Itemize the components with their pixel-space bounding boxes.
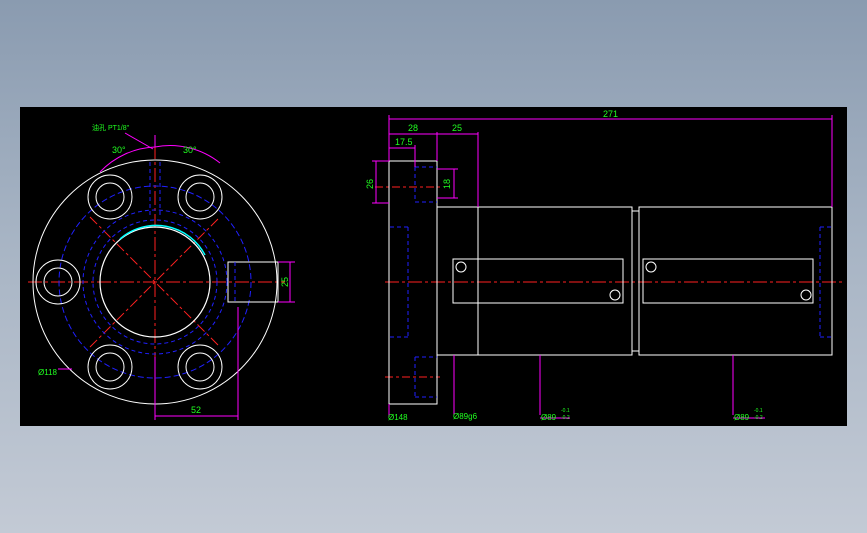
slot-width-label: 18 — [442, 179, 452, 189]
bolt-hole-inner — [95, 182, 125, 212]
flange-height-label: 26 — [365, 179, 375, 189]
bolt-hole-bottom-left — [87, 344, 133, 390]
flat-width-label: 25 — [280, 277, 290, 287]
bolt-hole-outer — [87, 174, 133, 220]
body-step-label: 25 — [452, 123, 462, 133]
shaft-d1-label: Ø89g6 — [453, 412, 478, 421]
ball-return-slot-2 — [642, 258, 814, 304]
angle-arc-left — [99, 146, 156, 173]
cad-drawing-canvas[interactable]: 30° 30° 油孔 PT1/8" 25 52 Ø118 271 28 25 1… — [20, 107, 847, 426]
bolt-hole-inner — [95, 352, 125, 382]
flange-length-label: 28 — [408, 123, 418, 133]
shaft-d3-label: Ø89 — [734, 413, 750, 422]
bore-highlight-arc — [119, 224, 206, 256]
body-segment-1 — [436, 206, 633, 356]
oil-hole-leader — [124, 132, 154, 150]
bolt-hole-outer — [87, 344, 133, 390]
shaft-d2-upper-tol: -0.1 — [561, 408, 570, 414]
slot-1-plug-right — [609, 289, 621, 301]
bolt-offset-label: 52 — [191, 405, 201, 415]
side-view: 271 28 25 17.5 26 18 Ø148 Ø89g6 Ø89 -0.1… — [365, 109, 842, 422]
body-segment-2 — [638, 206, 833, 356]
overall-length-label: 271 — [603, 109, 618, 119]
slot-2-plug-left — [645, 261, 657, 273]
oil-hole-note: 油孔 PT1/8" — [92, 123, 130, 132]
shaft-d3-upper-tol: -0.1 — [754, 408, 763, 414]
cad-drawing-svg: 30° 30° 油孔 PT1/8" 25 52 Ø118 271 28 25 1… — [28, 109, 842, 422]
flange-od-label: Ø148 — [388, 413, 408, 422]
spacer-ring — [631, 210, 640, 352]
angle-right-label: 30° — [183, 145, 197, 155]
flange-diameter-label: Ø118 — [38, 368, 58, 377]
slot-1-plug-left — [455, 261, 467, 273]
bolt-hole-top-left — [87, 174, 133, 220]
shaft-d2-label: Ø89 — [541, 413, 557, 422]
shaft-d3-lower-tol: -0.2 — [754, 415, 763, 421]
oil-hole-position-label: 17.5 — [395, 137, 413, 147]
slot-2-plug-right — [800, 289, 812, 301]
shaft-d2-lower-tol: -0.2 — [561, 415, 570, 421]
front-view: 30° 30° 油孔 PT1/8" 25 52 Ø118 — [28, 123, 295, 420]
angle-left-label: 30° — [112, 145, 126, 155]
